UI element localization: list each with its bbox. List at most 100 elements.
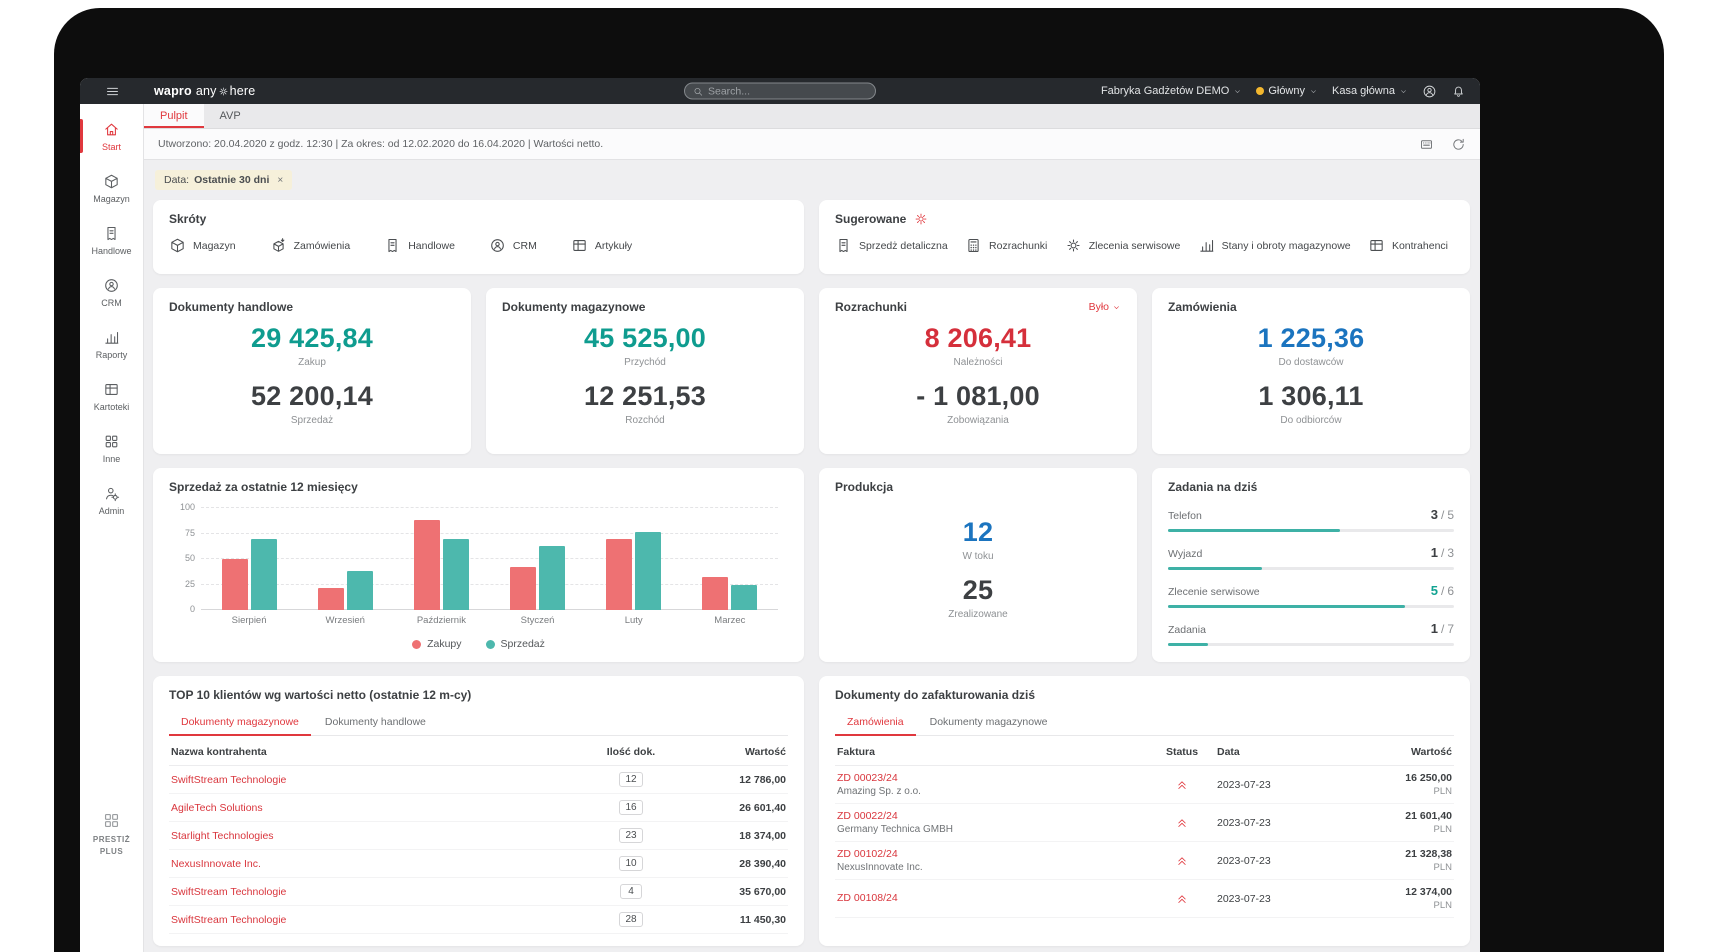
task-row-zadania[interactable]: Zadania 1/7: [1168, 621, 1454, 646]
task-progress-fill: [1168, 567, 1263, 570]
shortcut-artykuly[interactable]: Artykuły: [571, 237, 632, 254]
branch-status-dot: [1256, 87, 1265, 95]
client-link[interactable]: SwiftStream Technologie: [171, 774, 596, 786]
suggested-title: Sugerowane: [835, 212, 907, 226]
suggested-label: Kontrahenci: [1391, 239, 1448, 252]
tab-dokumenty-magazynowe[interactable]: Dokumenty magazynowe: [918, 711, 1060, 735]
bar-sprzedaż: [539, 545, 566, 610]
sidebar: Start Magazyn Handlowe CRM Raporty Karto…: [80, 104, 144, 952]
shortcut-handlowe[interactable]: Handlowe: [384, 237, 455, 254]
invoice-value: 21 328,38: [1405, 848, 1452, 860]
info-bar: Utworzono: 20.04.2020 z godz. 12:30 | Za…: [144, 129, 1480, 160]
client-link[interactable]: SwiftStream Technologie: [171, 886, 596, 898]
invoice-date: 2023-07-23: [1217, 816, 1271, 829]
dashboard-settings-icon[interactable]: [1419, 137, 1434, 152]
suggested-stany-obroty[interactable]: Stany i obroty magazynowe: [1198, 237, 1351, 254]
sidebar-item-handlowe[interactable]: Handlowe: [80, 214, 143, 266]
client-link[interactable]: SwiftStream Technologie: [171, 914, 596, 926]
suggested-zlecenia-serwisowe[interactable]: Zlecenia serwisowe: [1065, 237, 1180, 254]
suggested-sprzedaz-detaliczna[interactable]: Sprzedż detaliczna: [835, 237, 948, 254]
currency-label: PLN: [1433, 862, 1452, 873]
y-axis-tick: 25: [184, 578, 195, 589]
invoices-header: Faktura Status Data Wartość: [835, 736, 1454, 766]
column-header: Status: [1165, 746, 1199, 758]
search-input[interactable]: [708, 85, 867, 97]
table-row: AgileTech Solutions 16 26 601,40: [169, 794, 788, 822]
client-value: 18 374,00: [739, 829, 786, 842]
kpi-primary-value: 45 525,00: [584, 322, 706, 353]
suggested-rozrachunki[interactable]: Rozrachunki: [965, 237, 1047, 254]
task-count: 1/3: [1430, 545, 1454, 560]
client-link[interactable]: Starlight Technologies: [171, 830, 596, 842]
sidebar-item-crm[interactable]: CRM: [80, 266, 143, 318]
document-link[interactable]: ZD 00108/24: [837, 892, 1147, 904]
chip-close-icon[interactable]: ×: [277, 175, 283, 186]
bar-group: Sierpień: [218, 508, 280, 626]
kpi-primary-value: 1 225,36: [1257, 322, 1365, 353]
global-search[interactable]: [684, 82, 876, 100]
currency-label: PLN: [1433, 786, 1452, 797]
y-axis-tick: 0: [189, 604, 195, 614]
hamburger-menu-button[interactable]: [80, 84, 144, 99]
shortcut-zamowienia[interactable]: Zamówienia: [270, 237, 350, 254]
column-header: Wartość: [1410, 746, 1452, 758]
task-row-wyjazd[interactable]: Wyjazd 1/3: [1168, 545, 1454, 570]
tab-dokumenty-magazynowe[interactable]: Dokumenty magazynowe: [169, 711, 311, 736]
task-row-telefon[interactable]: Telefon 3/5: [1168, 507, 1454, 532]
prestiz-label: PRESTIŻ: [92, 835, 131, 844]
invoices-tabs: Zamówienia Dokumenty magazynowe: [835, 711, 1454, 736]
logo-bold: wapro: [154, 84, 192, 98]
branch-selector[interactable]: Główny: [1256, 85, 1318, 97]
task-row-zlecenie-serwisowe[interactable]: Zlecenie serwisowe 5/6: [1168, 583, 1454, 608]
account-icon[interactable]: [1422, 84, 1437, 99]
task-progress-track: [1168, 643, 1454, 646]
sidebar-item-start[interactable]: Start: [80, 110, 143, 162]
notifications-bell-icon[interactable]: [1451, 84, 1466, 99]
doc-count-badge: 4: [620, 884, 642, 899]
currency-label: PLN: [1433, 824, 1452, 835]
table-row: SwiftStream Technologie 28 11 450,30: [169, 906, 788, 934]
date-filter-chip[interactable]: Data: Ostatnie 30 dni ×: [155, 170, 293, 190]
invoice-date: 2023-07-23: [1217, 892, 1271, 905]
sidebar-item-magazyn[interactable]: Magazyn: [80, 162, 143, 214]
priority-high-icon[interactable]: [1175, 778, 1189, 792]
tab-zamowienia[interactable]: Zamówienia: [835, 711, 916, 736]
chevron-down-icon: [1309, 87, 1318, 96]
priority-high-icon[interactable]: [1175, 854, 1189, 868]
x-axis-label: Październik: [416, 615, 466, 626]
card-sales-chart: Sprzedaż za ostatnie 12 miesięcy 0 25 50 75…: [153, 468, 804, 662]
refresh-icon[interactable]: [1451, 137, 1466, 152]
document-link[interactable]: ZD 00022/24: [837, 810, 1147, 822]
tab-dokumenty-handlowe[interactable]: Dokumenty handlowe: [313, 711, 438, 735]
suggested-kontrahenci[interactable]: Kontrahenci: [1368, 237, 1448, 254]
client-link[interactable]: NexusInnovate Inc.: [171, 858, 596, 870]
kpi-primary-label: Przychód: [624, 356, 666, 368]
tab-pulpit[interactable]: Pulpit: [144, 104, 204, 128]
task-progress-track: [1168, 605, 1454, 608]
bar-zakupy: [510, 567, 537, 610]
shortcut-crm[interactable]: CRM: [489, 237, 537, 254]
invoice-date: 2023-07-23: [1217, 854, 1271, 867]
tasks-title: Zadania na dziś: [1168, 480, 1258, 494]
kpi-primary-label: Do dostawców: [1278, 356, 1344, 368]
priority-high-icon[interactable]: [1175, 892, 1189, 906]
tab-avp[interactable]: AVP: [204, 104, 257, 128]
x-axis-label: Sierpień: [231, 615, 267, 626]
sidebar-item-raporty[interactable]: Raporty: [80, 318, 143, 370]
logo-gear-icon: [218, 86, 229, 97]
priority-high-icon[interactable]: [1175, 816, 1189, 830]
y-axis-tick: 50: [184, 553, 195, 563]
sidebar-item-kartoteki[interactable]: Kartoteki: [80, 370, 143, 422]
sidebar-item-inne[interactable]: Inne: [80, 422, 143, 474]
doc-count-badge: 10: [619, 856, 643, 871]
client-link[interactable]: AgileTech Solutions: [171, 802, 596, 814]
cash-register-selector[interactable]: Kasa główna: [1332, 85, 1408, 97]
sidebar-item-admin[interactable]: Admin: [80, 474, 143, 526]
task-progress-fill: [1168, 605, 1406, 608]
package-icon: [103, 173, 120, 190]
shortcut-magazyn[interactable]: Magazyn: [169, 237, 236, 254]
document-link[interactable]: ZD 00023/24: [837, 772, 1147, 784]
crm-contact-icon: [103, 277, 120, 294]
document-link[interactable]: ZD 00102/24: [837, 848, 1147, 860]
company-selector[interactable]: Fabryka Gadżetów DEMO: [1101, 85, 1242, 97]
